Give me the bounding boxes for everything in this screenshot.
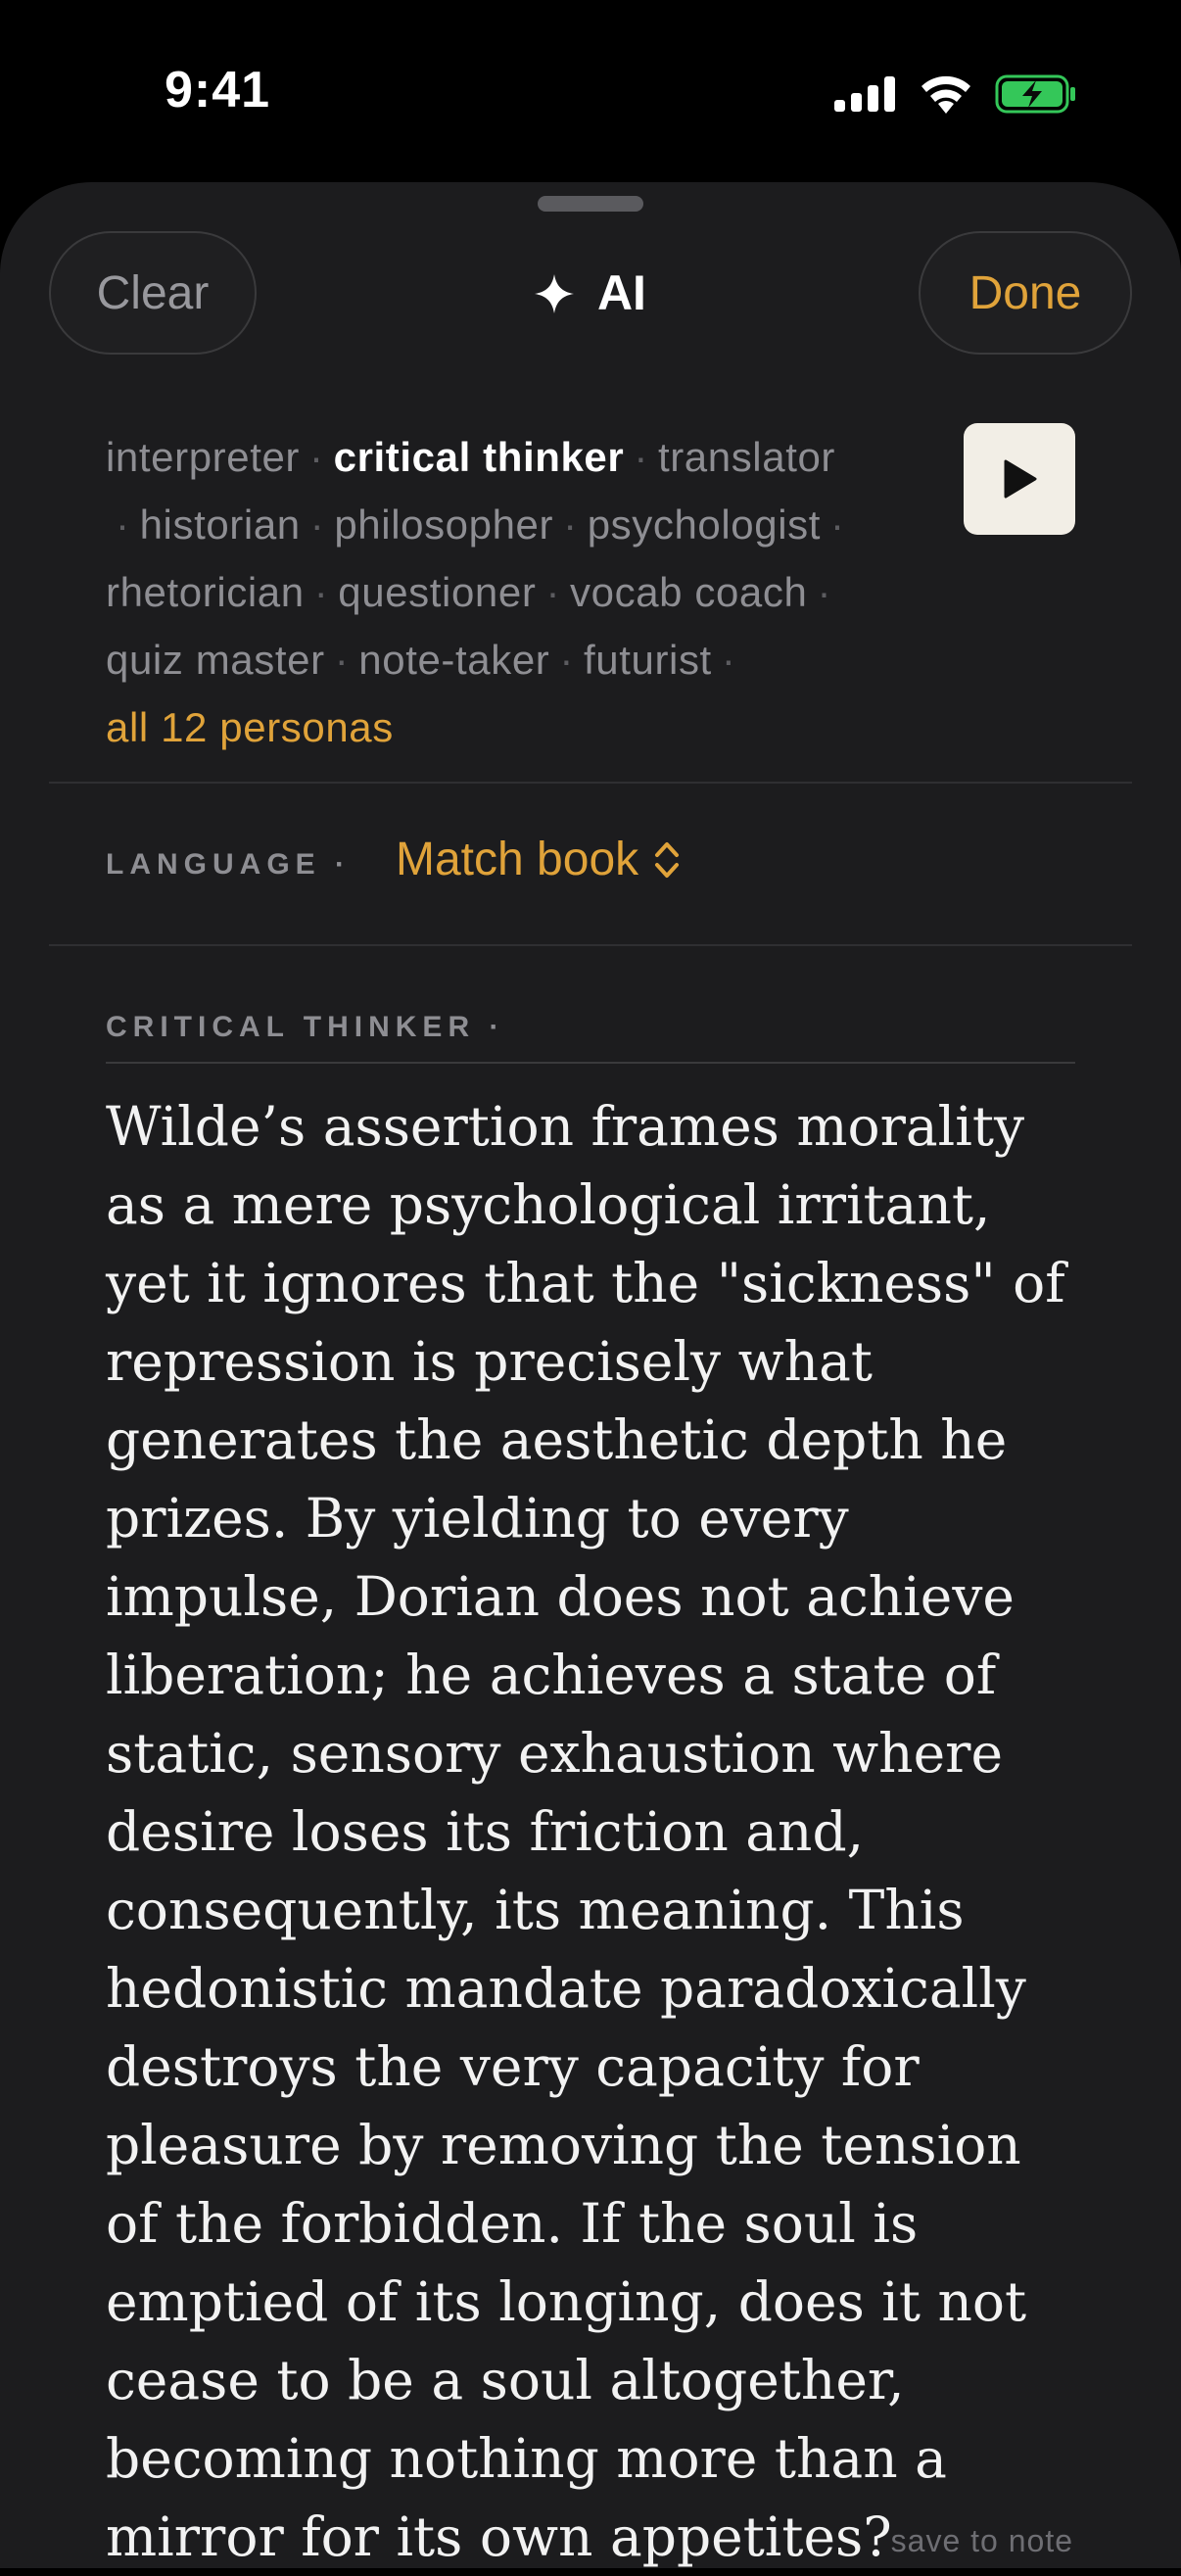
sheet-grabber[interactable] bbox=[538, 196, 643, 212]
divider bbox=[49, 782, 1132, 784]
section-rule bbox=[106, 1062, 1075, 1064]
persona-item-note-taker[interactable]: note-taker bbox=[358, 637, 549, 683]
persona-item-rhetorician[interactable]: rhetorician bbox=[106, 569, 305, 615]
persona-item-quiz-master[interactable]: quiz master bbox=[106, 637, 325, 683]
sheet-title-text: AI bbox=[596, 265, 646, 320]
persona-item-vocab-coach[interactable]: vocab coach bbox=[570, 569, 807, 615]
persona-item-interpreter[interactable]: interpreter bbox=[106, 434, 300, 480]
wifi-icon bbox=[921, 75, 970, 114]
save-to-note-button[interactable]: save to note bbox=[891, 2523, 1073, 2559]
battery-charging-icon bbox=[995, 74, 1075, 114]
sparkle-icon bbox=[535, 265, 588, 320]
done-button[interactable]: Done bbox=[919, 231, 1132, 355]
ai-response-text: Wilde’s assertion frames morality as a m… bbox=[106, 1095, 1065, 2568]
divider bbox=[49, 944, 1132, 946]
persona-section-label: CRITICAL THINKER · bbox=[106, 1011, 505, 1043]
persona-item-philosopher[interactable]: philosopher bbox=[334, 501, 553, 548]
play-button[interactable] bbox=[964, 423, 1075, 535]
chevron-up-down-icon bbox=[655, 841, 680, 878]
status-icons bbox=[834, 74, 1077, 114]
persona-item-critical-thinker[interactable]: critical thinker bbox=[334, 434, 625, 480]
language-selector[interactable]: Match book bbox=[396, 833, 680, 886]
ai-sheet: Clear AI Done interpreter · critical think… bbox=[0, 182, 1181, 2568]
persona-item-translator[interactable]: translator bbox=[658, 434, 835, 480]
cellular-signal-icon bbox=[834, 76, 895, 112]
persona-list: interpreter · critical thinker · translator … bbox=[106, 423, 938, 761]
persona-item-psychologist[interactable]: psychologist bbox=[588, 501, 821, 548]
status-time: 9:41 bbox=[165, 62, 271, 119]
status-bar: 9:41 bbox=[0, 0, 1181, 186]
persona-item-questioner[interactable]: questioner bbox=[338, 569, 536, 615]
all-personas-link[interactable]: all 12 personas bbox=[106, 693, 938, 761]
language-value: Match book bbox=[396, 834, 639, 885]
language-label: LANGUAGE · bbox=[106, 848, 351, 881]
play-icon bbox=[1004, 459, 1037, 499]
persona-item-historian[interactable]: historian bbox=[140, 501, 301, 548]
persona-item-futurist[interactable]: futurist bbox=[584, 637, 712, 683]
